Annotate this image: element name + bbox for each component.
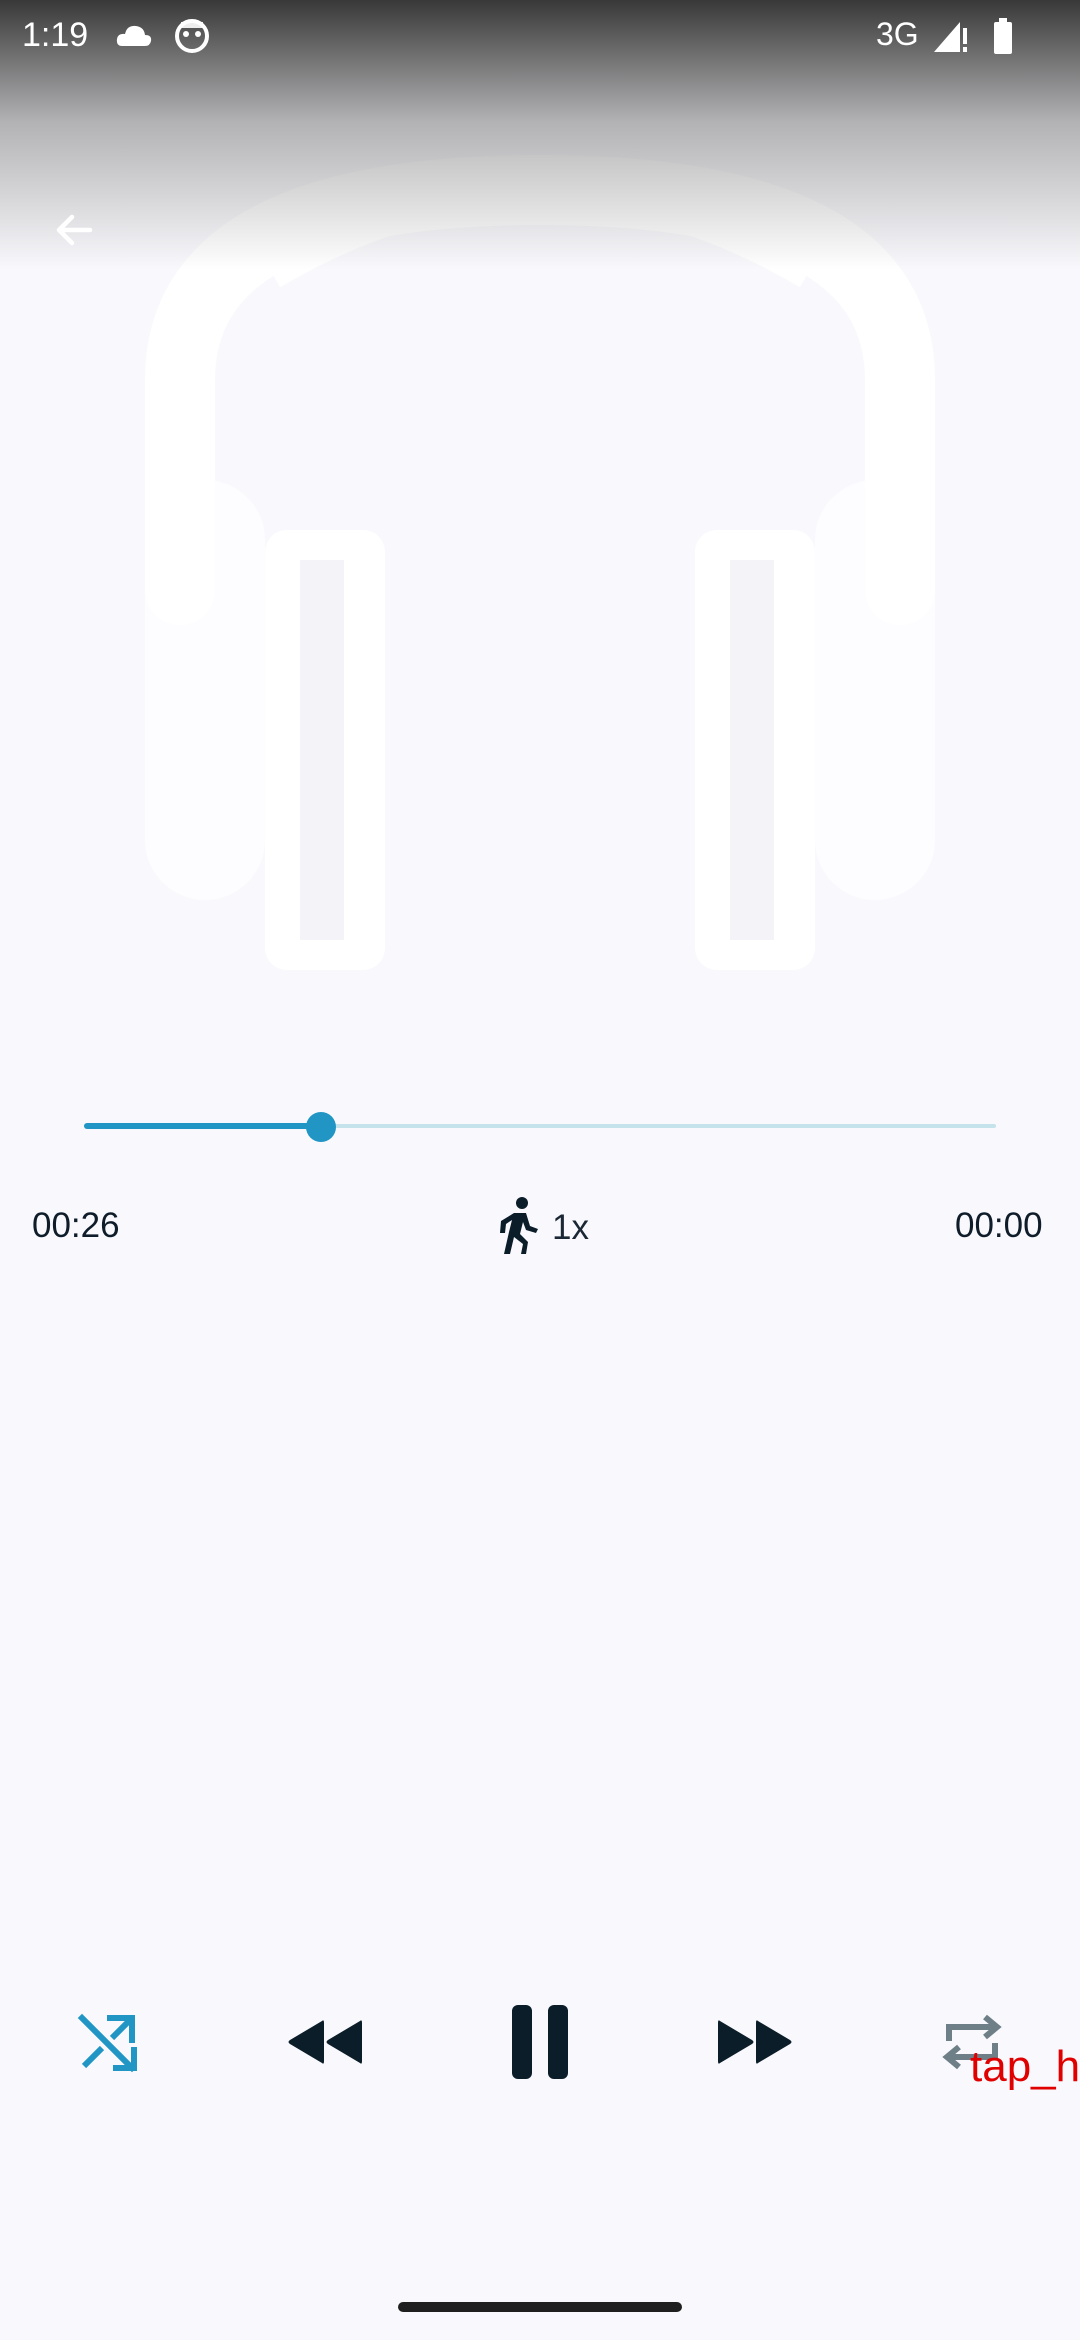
battery-icon [984,16,1024,56]
fast-forward-icon [716,2017,796,2072]
running-man-icon [492,1196,544,1261]
home-indicator[interactable] [398,2302,682,2312]
cloud-icon [114,16,154,56]
back-button[interactable] [38,196,110,268]
status-time: 1:19 [22,16,89,54]
seek-progress [84,1123,321,1129]
speed-label: 1x [552,1208,589,1247]
debug-overlay-label: tap_h [970,2042,1080,2091]
fast-forward-button[interactable] [706,1994,806,2094]
headphones-icon [120,150,960,1010]
arrow-back-icon [50,206,98,259]
player-screen: 1:19 3G 00:26 1x 00:00 tap_h [0,0,1080,2340]
rewind-icon [284,2017,364,2072]
playback-speed-button[interactable]: 1x [492,1196,589,1260]
seek-thumb[interactable] [306,1112,336,1142]
pause-button[interactable] [490,1994,590,2094]
shuffle-icon [76,2010,140,2079]
shuffle-button[interactable] [58,1994,158,2094]
status-bar: 1:19 3G [0,0,1080,74]
remaining-time: 00:00 [955,1206,1043,1245]
network-type: 3G [876,16,919,52]
rewind-button[interactable] [274,1994,374,2094]
elapsed-time: 00:26 [32,1206,120,1245]
signal-icon [930,16,970,56]
seek-bar[interactable] [84,1100,996,1152]
android-icon [172,16,212,56]
pause-icon [510,2003,570,2086]
